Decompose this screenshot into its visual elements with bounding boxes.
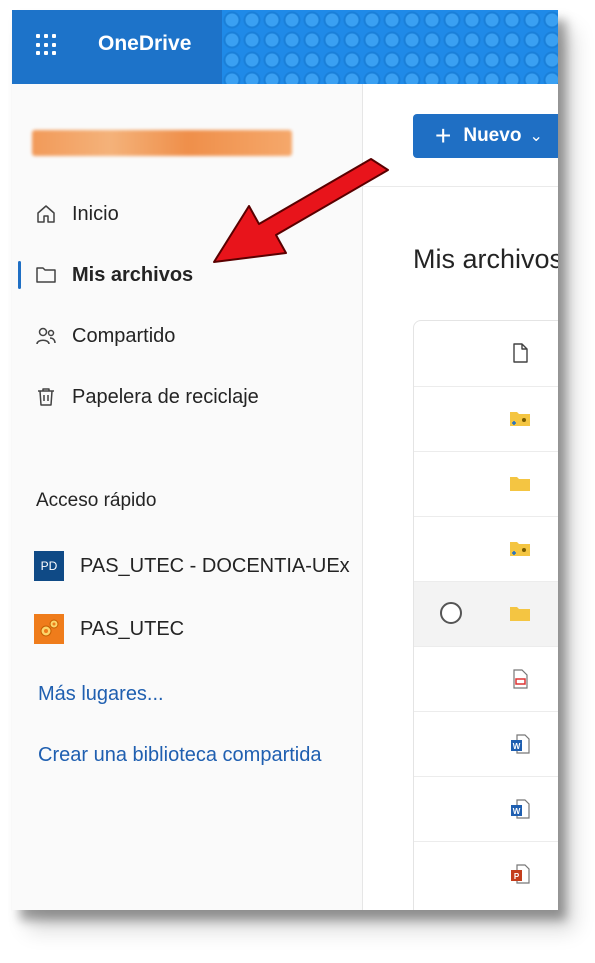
new-button-label: Nuevo [463, 125, 522, 146]
row-select-radio[interactable] [440, 602, 462, 624]
left-navigation: Inicio Mis archivos Compartido Papelera … [12, 84, 363, 910]
file-row[interactable] [414, 581, 558, 647]
file-header-icon [508, 341, 532, 365]
shared-folder-icon [508, 407, 532, 431]
file-row[interactable] [414, 386, 558, 452]
chevron-down-icon: ⌄ [529, 128, 543, 145]
quick-access-label: PAS_UTEC [80, 617, 185, 640]
create-shared-library-link[interactable]: Crear una biblioteca compartida [38, 744, 322, 767]
home-icon [34, 202, 58, 226]
onedrive-window: OneDrive Inicio Mis archivos Compartido … [12, 10, 558, 910]
powerpoint-file-icon: P [508, 862, 532, 886]
people-icon [34, 324, 58, 348]
header-background-pattern [222, 10, 558, 84]
nav-item-label: Inicio [72, 202, 119, 225]
file-row[interactable]: W [414, 776, 558, 842]
folder-icon [34, 263, 58, 287]
nav-item-papelera[interactable]: Papelera de reciclaje [12, 377, 352, 417]
file-row[interactable] [414, 646, 558, 712]
shared-folder-icon [508, 537, 532, 561]
user-name-redacted [32, 130, 292, 156]
svg-text:W: W [513, 807, 521, 816]
file-list-header [414, 321, 558, 386]
quick-access-label: PAS_UTEC - DOCENTIA-UEx [80, 554, 350, 577]
quick-access-item-docentia[interactable]: PD PAS_UTEC - DOCENTIA-UEx [34, 548, 350, 584]
svg-text:W: W [513, 742, 521, 751]
file-row[interactable] [414, 451, 558, 517]
pdf-file-icon [508, 667, 532, 691]
top-bar: OneDrive [12, 10, 558, 84]
gears-icon [34, 614, 64, 644]
file-list: W W P [413, 320, 558, 910]
quick-access-item-pas-utec[interactable]: PAS_UTEC [34, 611, 184, 647]
new-button[interactable]: + Nuevo ⌄ [413, 114, 558, 158]
site-badge: PD [34, 551, 64, 581]
nav-item-label: Mis archivos [72, 263, 194, 286]
word-file-icon: W [508, 797, 532, 821]
app-launcher-icon[interactable] [36, 34, 58, 56]
page-title: Mis archivos [413, 244, 558, 274]
word-file-icon: W [508, 732, 532, 756]
file-row[interactable]: P [414, 841, 558, 907]
main-content: + Nuevo ⌄ Mis archivos W W P [363, 84, 558, 910]
quick-access-heading: Acceso rápido [36, 490, 157, 511]
file-row[interactable] [414, 516, 558, 582]
plus-icon: + [435, 120, 452, 151]
trash-icon [34, 385, 58, 409]
svg-text:P: P [514, 872, 520, 881]
more-places-link[interactable]: Más lugares... [38, 683, 164, 706]
toolbar-divider [363, 186, 558, 187]
nav-item-label: Compartido [72, 324, 176, 347]
nav-item-inicio[interactable]: Inicio [12, 194, 352, 234]
folder-icon [508, 602, 532, 626]
nav-item-compartido[interactable]: Compartido [12, 316, 352, 356]
active-indicator [18, 261, 21, 289]
nav-item-mis-archivos[interactable]: Mis archivos [12, 255, 352, 295]
nav-item-label: Papelera de reciclaje [72, 385, 259, 408]
folder-icon [508, 472, 532, 496]
file-row[interactable]: W [414, 711, 558, 777]
app-brand[interactable]: OneDrive [98, 32, 191, 56]
